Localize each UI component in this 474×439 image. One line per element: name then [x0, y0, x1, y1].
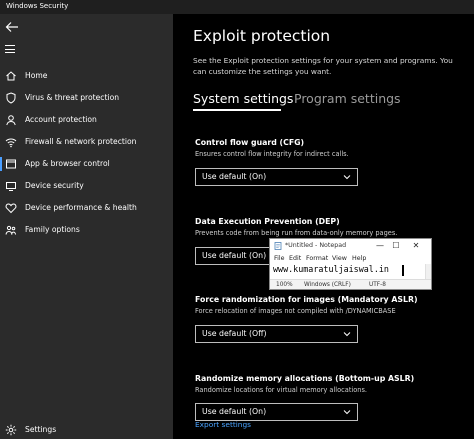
notepad-titlebar[interactable]: *Untitled - Notepad — ☐ ✕: [270, 239, 431, 253]
notepad-icon: [274, 242, 282, 250]
cfg-description: Ensures control flow integrity for indir…: [195, 150, 349, 158]
maximize-button[interactable]: ☐: [389, 240, 403, 252]
sidebar-item-label: Account protection: [25, 115, 97, 124]
sidebar-item-label: Family options: [25, 225, 80, 234]
mandatory-aslr-heading: Force randomization for images (Mandator…: [195, 295, 418, 304]
back-arrow-icon[interactable]: [5, 21, 19, 33]
close-button[interactable]: ✕: [409, 240, 423, 252]
dropdown-value: Use default (On): [202, 172, 267, 181]
notepad-window[interactable]: *Untitled - Notepad — ☐ ✕ File Edit Form…: [269, 238, 432, 290]
window-title: Windows Security: [6, 2, 69, 10]
bottom-up-aslr-description: Randomize locations for virtual memory a…: [195, 386, 367, 394]
cfg-dropdown[interactable]: Use default (On): [195, 168, 358, 186]
dep-description: Prevents code from being run from data-o…: [195, 229, 398, 237]
sidebar-item-home[interactable]: Home: [0, 66, 173, 86]
cfg-heading: Control flow guard (CFG): [195, 138, 305, 147]
notepad-statusbar: 100% Windows (CRLF) UTF-8: [270, 279, 431, 289]
person-icon: [6, 115, 16, 126]
wifi-icon: [5, 138, 17, 148]
sidebar-item-family[interactable]: Family options: [0, 220, 173, 240]
menu-file[interactable]: File: [274, 255, 285, 262]
export-settings-link[interactable]: Export settings: [195, 420, 251, 429]
page-title: Exploit protection: [193, 27, 331, 45]
heart-icon: [5, 203, 17, 214]
dropdown-value: Use default (On): [202, 407, 267, 416]
sidebar-item-label: Virus & threat protection: [25, 93, 120, 102]
shield-icon: [6, 92, 16, 104]
sidebar-item-virus-threat[interactable]: Virus & threat protection: [0, 88, 173, 108]
device-icon: [6, 182, 16, 191]
page-description: See the Exploit protection settings for …: [193, 56, 453, 76]
bottom-up-aslr-heading: Randomize memory allocations (Bottom-up …: [195, 374, 415, 383]
family-icon: [5, 225, 17, 235]
hamburger-menu-icon[interactable]: [5, 44, 17, 54]
sidebar-item-firewall[interactable]: Firewall & network protection: [0, 132, 173, 152]
chevron-down-icon: [343, 175, 351, 180]
dropdown-value: Use default (Off): [202, 329, 267, 338]
sidebar-item-label: Device performance & health: [25, 203, 137, 212]
window-titlebar: Windows Security: [0, 0, 474, 14]
menu-format[interactable]: Format: [306, 255, 328, 262]
notepad-scrollbar[interactable]: [425, 264, 431, 279]
status-line-endings: Windows (CRLF): [304, 281, 351, 288]
bottom-up-aslr-dropdown[interactable]: Use default (On): [195, 403, 358, 421]
sidebar-item-label: Firewall & network protection: [25, 137, 137, 146]
sidebar-item-label: App & browser control: [25, 159, 110, 168]
sidebar-item-device-performance[interactable]: Device performance & health: [0, 198, 173, 218]
sidebar-item-label: Device security: [25, 181, 84, 190]
sidebar-item-account[interactable]: Account protection: [0, 110, 173, 130]
sidebar-item-label: Home: [25, 71, 48, 80]
sidebar: Home Virus & threat protection Account p…: [0, 14, 173, 439]
status-zoom: 100%: [276, 281, 293, 288]
menu-view[interactable]: View: [332, 255, 347, 262]
active-tab-indicator: [193, 109, 281, 111]
home-icon: [6, 71, 16, 81]
text-caret: [402, 265, 404, 276]
mandatory-aslr-dropdown[interactable]: Use default (Off): [195, 325, 358, 343]
menu-edit[interactable]: Edit: [289, 255, 301, 262]
tab-system-settings[interactable]: System settings: [193, 91, 293, 106]
notepad-title: *Untitled - Notepad: [285, 242, 347, 249]
dropdown-value: Use default (On): [202, 251, 267, 260]
gear-icon: [5, 424, 17, 436]
minimize-button[interactable]: —: [373, 240, 387, 252]
sidebar-item-label: Settings: [25, 425, 57, 434]
main-content: Exploit protection See the Exploit prote…: [173, 14, 474, 439]
dep-heading: Data Execution Prevention (DEP): [195, 217, 340, 226]
sidebar-item-app-browser[interactable]: App & browser control: [0, 154, 173, 174]
chevron-down-icon: [343, 332, 351, 337]
sidebar-item-settings[interactable]: Settings: [0, 420, 173, 439]
mandatory-aslr-description: Force relocation of images not compiled …: [195, 307, 396, 315]
chevron-down-icon: [343, 410, 351, 415]
status-encoding: UTF-8: [369, 281, 386, 288]
browser-window-icon: [6, 159, 16, 169]
notepad-text-area[interactable]: www.kumaratuljaiswal.in: [273, 264, 429, 277]
menu-help[interactable]: Help: [352, 255, 366, 262]
tab-program-settings[interactable]: Program settings: [294, 91, 401, 106]
sidebar-item-device-security[interactable]: Device security: [0, 176, 173, 196]
